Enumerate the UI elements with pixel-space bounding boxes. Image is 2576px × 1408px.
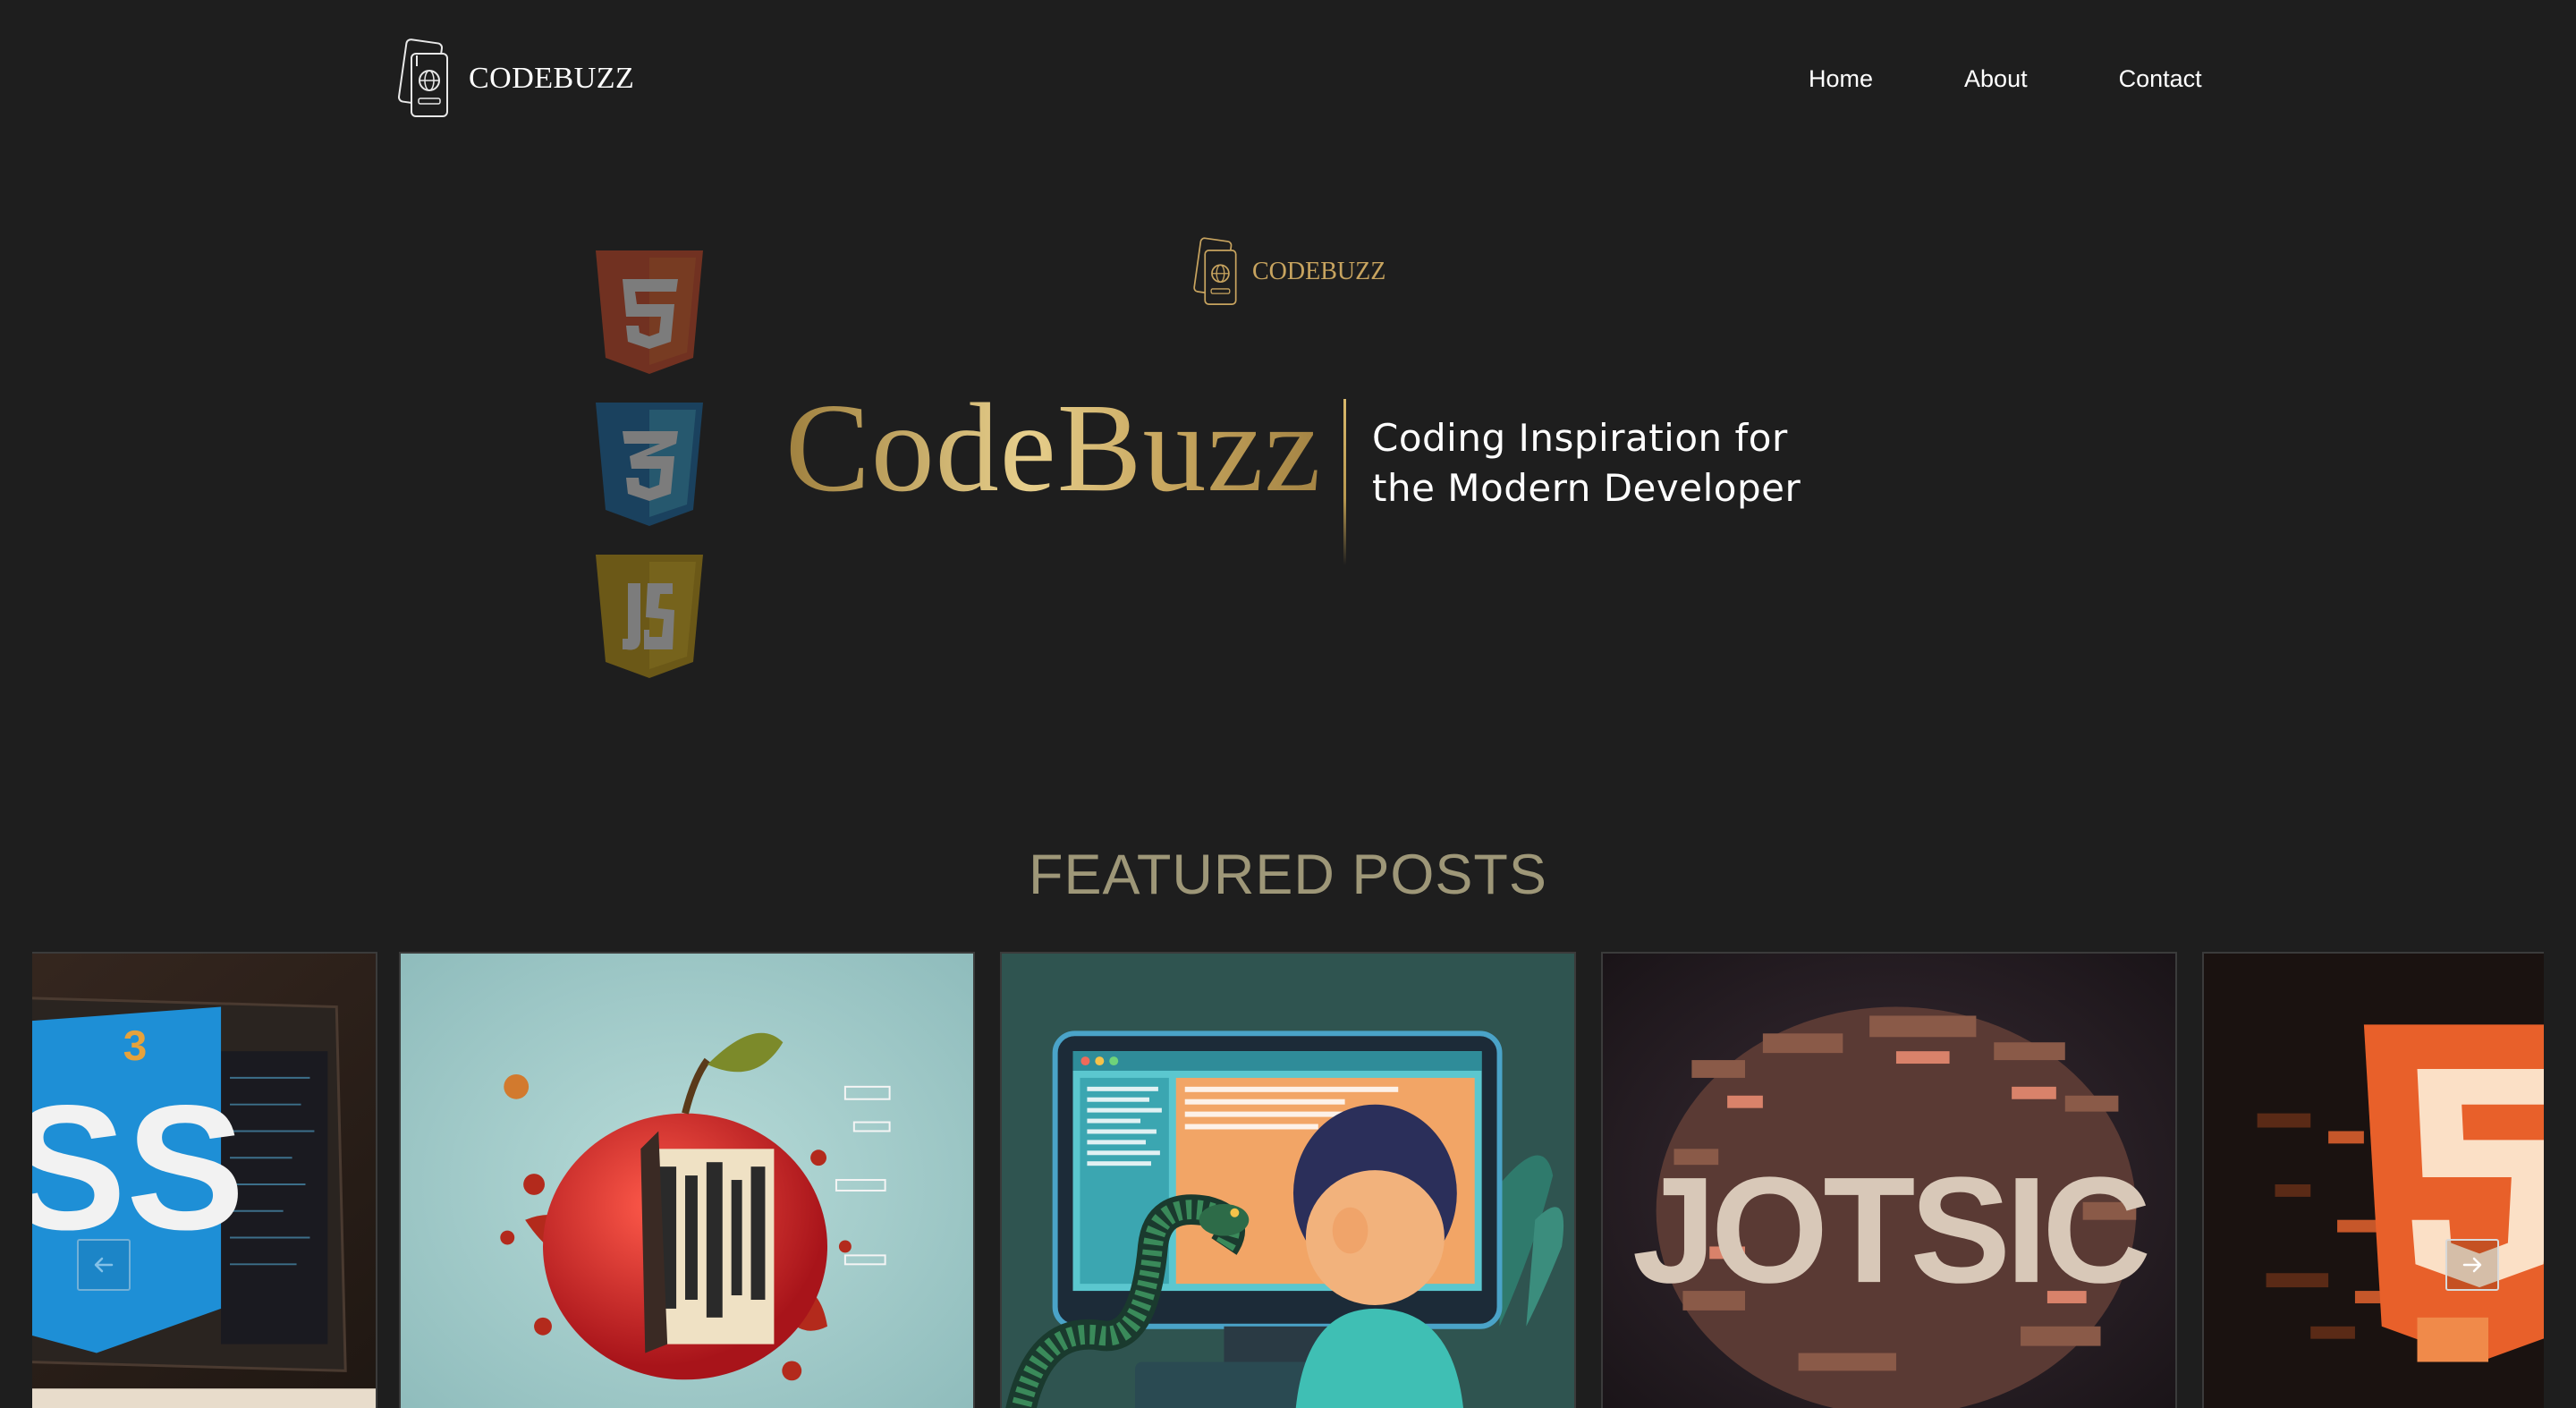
js-icon: [596, 555, 703, 678]
featured-post-card-python[interactable]: [1000, 952, 1576, 1408]
pixel-javascript-artwork: JOTSIC: [1603, 954, 2175, 1408]
main-nav: Home About Contact: [1789, 61, 2202, 97]
featured-post-card-apple[interactable]: [399, 952, 975, 1408]
featured-post-card-javascript[interactable]: JOTSIC: [1601, 952, 2177, 1408]
arrow-left-icon: [94, 1257, 114, 1273]
boy-with-python-at-computer-artwork: [1002, 954, 1574, 1408]
css3-3d-logo-artwork: SS 3: [32, 954, 376, 1408]
hero-brand-title: CodeBuzz: [785, 377, 1322, 518]
site-logo[interactable]: CODEBUZZ: [394, 36, 635, 122]
passport-globe-icon: [1193, 237, 1237, 306]
carousel-next-button[interactable]: [2445, 1239, 2499, 1291]
featured-posts-title: FEATURED POSTS: [1029, 844, 1547, 906]
svg-text:JOTSIC: JOTSIC: [1632, 1145, 2148, 1314]
hero-tagline-line-2: the Modern Developer: [1372, 466, 1801, 510]
page: CODEBUZZ Home About Contact CODEBUZZ Cod…: [0, 0, 2576, 1408]
html5-icon: [596, 250, 703, 374]
featured-post-card-html5[interactable]: [2202, 952, 2544, 1408]
nav-home[interactable]: Home: [1809, 61, 1873, 97]
hero-logo-wordmark: CODEBUZZ: [1252, 258, 1386, 285]
hero-divider: [1343, 399, 1346, 565]
hero-tagline-line-1: Coding Inspiration for: [1372, 416, 1788, 460]
logo-wordmark: CODEBUZZ: [469, 62, 635, 95]
css3-icon: [596, 403, 703, 526]
featured-post-card-css3[interactable]: SS 3: [32, 952, 377, 1408]
svg-text:SS: SS: [32, 1069, 245, 1268]
passport-globe-icon: [397, 38, 448, 117]
pixel-html5-logo-artwork: [2204, 954, 2544, 1408]
featured-posts-carousel: SS 3: [32, 952, 2544, 1408]
carousel-prev-button[interactable]: [77, 1239, 131, 1291]
nav-contact[interactable]: Contact: [2119, 61, 2202, 97]
nav-about[interactable]: About: [1964, 61, 2028, 97]
apple-code-splash-artwork: [401, 954, 973, 1408]
hero-tagline: Coding Inspiration for the Modern Develo…: [1372, 413, 1837, 513]
hero-logo: CODEBUZZ: [1190, 234, 1385, 310]
arrow-right-icon: [2462, 1257, 2482, 1273]
svg-text:3: 3: [123, 1022, 148, 1070]
